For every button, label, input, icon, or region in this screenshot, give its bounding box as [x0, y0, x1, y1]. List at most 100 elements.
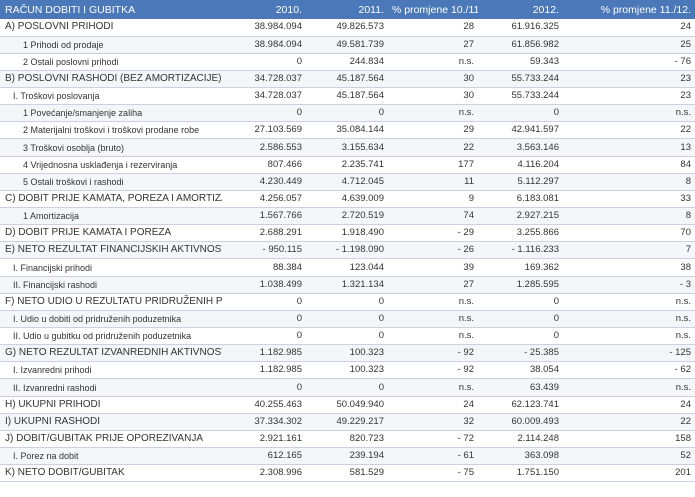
value-2010: 40.255.463 — [222, 396, 306, 414]
value-2011: 45.187.564 — [306, 87, 388, 106]
change-10-11: 27 — [388, 36, 478, 54]
change-11-12: 33 — [563, 190, 695, 209]
value-2010: 1.182.985 — [222, 361, 306, 380]
change-11-12: 22 — [563, 413, 695, 431]
change-10-11: 24 — [388, 396, 478, 414]
table-row: II. Financijski rashodi 1.038.499 1.321.13… — [0, 276, 695, 294]
change-11-12: 201 — [563, 464, 695, 483]
value-2010: 1.182.985 — [222, 344, 306, 363]
value-2011: 2.235.741 — [306, 156, 388, 174]
value-2011: 2.720.519 — [306, 207, 388, 226]
table-row: I. Troškovi poslovanja 34.728.037 45.187.5… — [0, 87, 695, 106]
row-label: 2 Ostali poslovni prihodi — [0, 53, 222, 71]
change-10-11: - 61 — [388, 447, 478, 466]
row-label: F) NETO UDIO U REZULTATU PRIDRUŽENIH POD… — [0, 293, 222, 311]
value-2010: 34.728.037 — [222, 70, 306, 89]
value-2012: 38.054 — [478, 361, 563, 380]
change-11-12: - 3 — [563, 276, 695, 294]
value-2012: 6.183.081 — [478, 190, 563, 209]
value-2011: 4.712.045 — [306, 173, 388, 191]
value-2012: - 1.116.233 — [478, 241, 563, 260]
change-11-12: 13 — [563, 138, 695, 157]
value-2012: 3.255.866 — [478, 224, 563, 243]
value-2011: 1.918.490 — [306, 224, 388, 243]
change-11-12: n.s. — [563, 378, 695, 397]
change-10-11: n.s. — [388, 53, 478, 71]
value-2012: 2.927.215 — [478, 207, 563, 226]
value-2010: 1.567.766 — [222, 207, 306, 226]
value-2010: 2.308.996 — [222, 464, 306, 483]
value-2012: 62.123.741 — [478, 396, 563, 414]
table-row: E) NETO REZULTAT FINANCIJSKIH AKTIVNOSTI… — [0, 241, 695, 260]
value-2010: 88.384 — [222, 258, 306, 277]
value-2010: 2.688.291 — [222, 224, 306, 243]
change-10-11: n.s. — [388, 104, 478, 123]
value-2010: 37.334.302 — [222, 413, 306, 431]
row-label: J) DOBIT/GUBITAK PRIJE OPOREZIVANJA — [0, 430, 222, 449]
value-2010: - 950.115 — [222, 241, 306, 260]
change-10-11: 9 — [388, 190, 478, 209]
column-header-2010: 2010. — [275, 3, 302, 16]
table-row: II. Udio u gubitku od pridruženih poduze… — [0, 327, 695, 346]
row-label: I. Troškovi poslovanja — [0, 87, 222, 106]
table-row: 2 Ostali poslovni prihodi 0 244.834 n.s. 59.… — [0, 53, 695, 71]
value-2011: 0 — [306, 293, 388, 311]
row-label: I. Porez na dobit — [0, 447, 222, 466]
row-label: K) NETO DOBIT/GUBITAK — [0, 464, 222, 483]
column-header-label: RAČUN DOBITI I GUBITKA — [5, 3, 136, 16]
row-label: D) DOBIT PRIJE KAMATA I POREZA — [0, 224, 222, 243]
table-header: RAČUN DOBITI I GUBITKA 2010. 2011. % pro… — [0, 0, 695, 19]
row-label: H) UKUPNI PRIHODI — [0, 396, 222, 414]
table-row: II. Izvanredni rashodi 0 0 n.s. 63.439 n.s. — [0, 378, 695, 397]
value-2010: 2.921.161 — [222, 430, 306, 449]
row-label: I. Izvanredni prihodi — [0, 361, 222, 380]
change-11-12: 84 — [563, 156, 695, 174]
table-row: I. Porez na dobit 612.165 239.194- 61 363.0… — [0, 447, 695, 466]
table-row: I. Udio u dobiti od pridruženih poduzetn… — [0, 310, 695, 329]
change-10-11: 29 — [388, 121, 478, 140]
table-row: C) DOBIT PRIJE KAMATA, POREZA I AMORTIZA… — [0, 190, 695, 209]
table-row: I. Izvanredni prihodi 1.182.985 100.323- 9… — [0, 361, 695, 380]
value-2011: 49.229.217 — [306, 413, 388, 431]
row-label: I. Financijski prihodi — [0, 258, 222, 277]
change-11-12: 8 — [563, 207, 695, 226]
change-10-11: n.s. — [388, 310, 478, 329]
value-2012: 61.916.325 — [478, 19, 563, 37]
change-10-11: n.s. — [388, 327, 478, 346]
change-11-12: 24 — [563, 19, 695, 37]
value-2012: 3.563.146 — [478, 138, 563, 157]
change-11-12: n.s. — [563, 327, 695, 346]
value-2012: 0 — [478, 310, 563, 329]
row-label: B) POSLOVNI RASHODI (BEZ AMORTIZACIJE) — [0, 70, 222, 89]
column-header-2011: 2011. — [358, 3, 385, 16]
value-2012: 55.733.244 — [478, 70, 563, 89]
row-label: A) POSLOVNI PRIHODI — [0, 19, 222, 37]
value-2012: - 25.385 — [478, 344, 563, 363]
table-row: H) UKUPNI PRIHODI 40.255.463 50.049.940 24 6… — [0, 396, 695, 414]
change-11-12: 7 — [563, 241, 695, 260]
row-label: 1 Amortizacija — [0, 207, 222, 226]
row-label: 2 Materijalni troškovi i troškovi prodan… — [0, 121, 222, 140]
value-2011: 49.826.573 — [306, 19, 388, 37]
table-row: 2 Materijalni troškovi i troškovi prodan… — [0, 121, 695, 140]
value-2011: 35.084.144 — [306, 121, 388, 140]
value-2011: 100.323 — [306, 361, 388, 380]
header-row: RAČUN DOBITI I GUBITKA 2010. 2011. % pro… — [0, 0, 695, 19]
table-row: D) DOBIT PRIJE KAMATA I POREZA 2.688.291 1… — [0, 224, 695, 243]
value-2012: 1.285.595 — [478, 276, 563, 294]
change-11-12: - 62 — [563, 361, 695, 380]
value-2011: 3.155.634 — [306, 138, 388, 157]
value-2012: 0 — [478, 327, 563, 346]
value-2010: 4.256.057 — [222, 190, 306, 209]
change-11-12: 23 — [563, 87, 695, 106]
change-11-12: n.s. — [563, 104, 695, 123]
value-2012: 2.114.248 — [478, 430, 563, 449]
value-2011: 4.639.009 — [306, 190, 388, 209]
row-label: II. Udio u gubitku od pridruženih poduze… — [0, 327, 222, 346]
table-row: B) POSLOVNI RASHODI (BEZ AMORTIZACIJE) 34… — [0, 70, 695, 89]
value-2012: 5.112.297 — [478, 173, 563, 191]
change-11-12: n.s. — [563, 293, 695, 311]
value-2012: 61.856.982 — [478, 36, 563, 54]
value-2010: 38.984.094 — [222, 36, 306, 54]
change-10-11: n.s. — [388, 293, 478, 311]
